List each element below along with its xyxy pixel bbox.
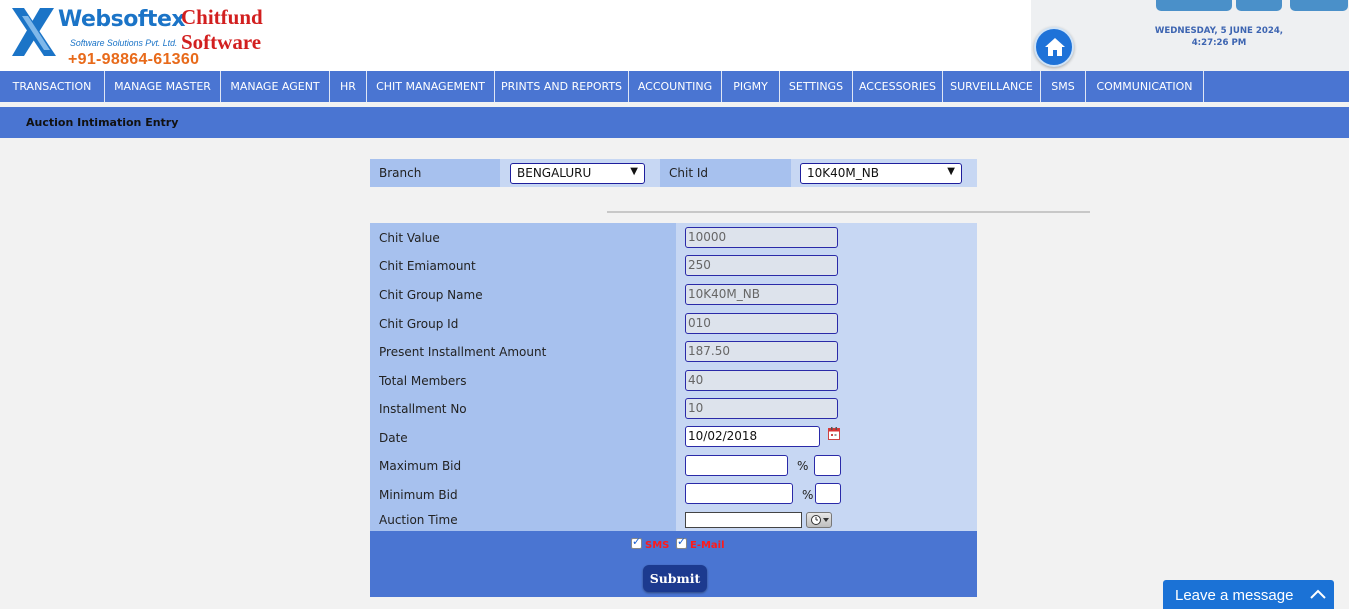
time-picker-button[interactable] [806,512,832,528]
brand-title-line2: Software [181,30,262,54]
nav-settings[interactable]: SETTINGS [780,71,853,102]
min-bid-percent-sign: % [802,488,814,502]
top-tab-3[interactable] [1290,0,1348,11]
nav-manage-agent[interactable]: MANAGE AGENT [221,71,330,102]
chit-emi-field[interactable]: 250 [685,255,838,276]
min-bid-label: Minimum Bid [379,488,458,502]
sms-checkbox-label: SMS [645,540,670,551]
present-amount-label: Present Installment Amount [379,345,547,359]
nav-prints-and-reports[interactable]: PRINTS AND REPORTS [495,71,629,102]
nav-pigmy[interactable]: PIGMY [722,71,780,102]
date-label: Date [379,431,408,445]
home-icon [1045,38,1065,56]
logo-tagline: Software Solutions Pvt. Ltd. [70,38,178,49]
nav-accessories[interactable]: ACCESSORIES [853,71,943,102]
main-nav: TRANSACTION MANAGE MASTER MANAGE AGENT H… [0,71,1349,102]
logo-phone: +91-98864-61360 [68,51,200,68]
group-id-field[interactable]: 010 [685,313,838,334]
top-tab-1[interactable] [1156,0,1232,11]
min-bid-percent-field[interactable] [815,483,841,504]
brand-title-line1: Chitfund [181,5,263,29]
form-actions: SMS E-Mail Submit [370,531,977,597]
nav-manage-master[interactable]: MANAGE MASTER [105,71,221,102]
leave-message-label: Leave a message [1175,587,1294,604]
chit-id-label: Chit Id [669,166,708,180]
top-tab-2[interactable] [1236,0,1282,11]
branch-select[interactable]: BENGALURU ▼ [510,163,645,184]
email-checkbox[interactable] [676,535,687,549]
auction-time-field[interactable] [685,512,802,528]
divider [607,211,1090,213]
nav-communication[interactable]: COMMUNICATION [1086,71,1204,102]
datetime: WEDNESDAY, 5 JUNE 2024, 4:27:26 PM [1140,25,1298,49]
nav-hr[interactable]: HR [330,71,367,102]
page-title: Auction Intimation Entry [26,116,179,129]
chit-value-field[interactable]: 10000 [685,227,838,248]
page-title-bar: Auction Intimation Entry [0,107,1349,138]
nav-sms[interactable]: SMS [1041,71,1086,102]
chit-value-label: Chit Value [379,231,440,245]
nav-transaction[interactable]: TRANSACTION [0,71,105,102]
group-name-field[interactable]: 10K40M_NB [685,284,838,305]
logo-name: Websoftex [58,7,186,32]
email-checkbox-label: E-Mail [690,540,725,551]
chit-id-select[interactable]: 10K40M_NB ▼ [800,163,962,184]
chevron-down-icon: ▼ [947,166,955,177]
current-time: 4:27:26 PM [1191,38,1247,48]
websoftex-logo-icon [12,8,56,56]
branch-select-value: BENGALURU [517,166,592,180]
chevron-up-icon[interactable] [1309,588,1327,600]
max-bid-field[interactable] [685,455,788,476]
auction-time-label: Auction Time [379,513,458,527]
nav-surveillance[interactable]: SURVEILLANCE [943,71,1041,102]
present-amount-field[interactable]: 187.50 [685,341,838,362]
chit-id-select-value: 10K40M_NB [807,166,879,180]
chit-emi-label: Chit Emiamount [379,259,476,273]
submit-button[interactable]: Submit [643,565,707,592]
nav-chit-management[interactable]: CHIT MANAGEMENT [367,71,495,102]
date-field[interactable]: 10/02/2018 [685,426,820,447]
chevron-down-icon: ▼ [630,166,638,177]
installment-no-field[interactable]: 10 [685,398,838,419]
auction-form: Chit Value 10000 Chit Emiamount 250 Chit… [370,223,977,531]
total-members-label: Total Members [379,374,467,388]
group-name-label: Chit Group Name [379,288,483,302]
max-bid-label: Maximum Bid [379,459,462,473]
max-bid-percent-field[interactable] [814,455,841,476]
min-bid-field[interactable] [685,483,793,504]
group-id-label: Chit Group Id [379,317,459,331]
current-date: WEDNESDAY, 5 JUNE 2024, [1154,26,1284,36]
nav-accounting[interactable]: ACCOUNTING [629,71,722,102]
clock-icon [811,515,829,525]
filter-row: Branch BENGALURU ▼ Chit Id 10K40M_NB ▼ [370,159,977,187]
total-members-field[interactable]: 40 [685,370,838,391]
calendar-icon[interactable] [828,427,840,440]
sms-checkbox[interactable] [631,535,642,549]
installment-no-label: Installment No [379,402,467,416]
home-button[interactable] [1034,27,1074,67]
leave-message-widget[interactable]: Leave a message [1163,580,1334,609]
max-bid-percent-sign: % [797,459,809,473]
branch-label: Branch [379,166,422,180]
